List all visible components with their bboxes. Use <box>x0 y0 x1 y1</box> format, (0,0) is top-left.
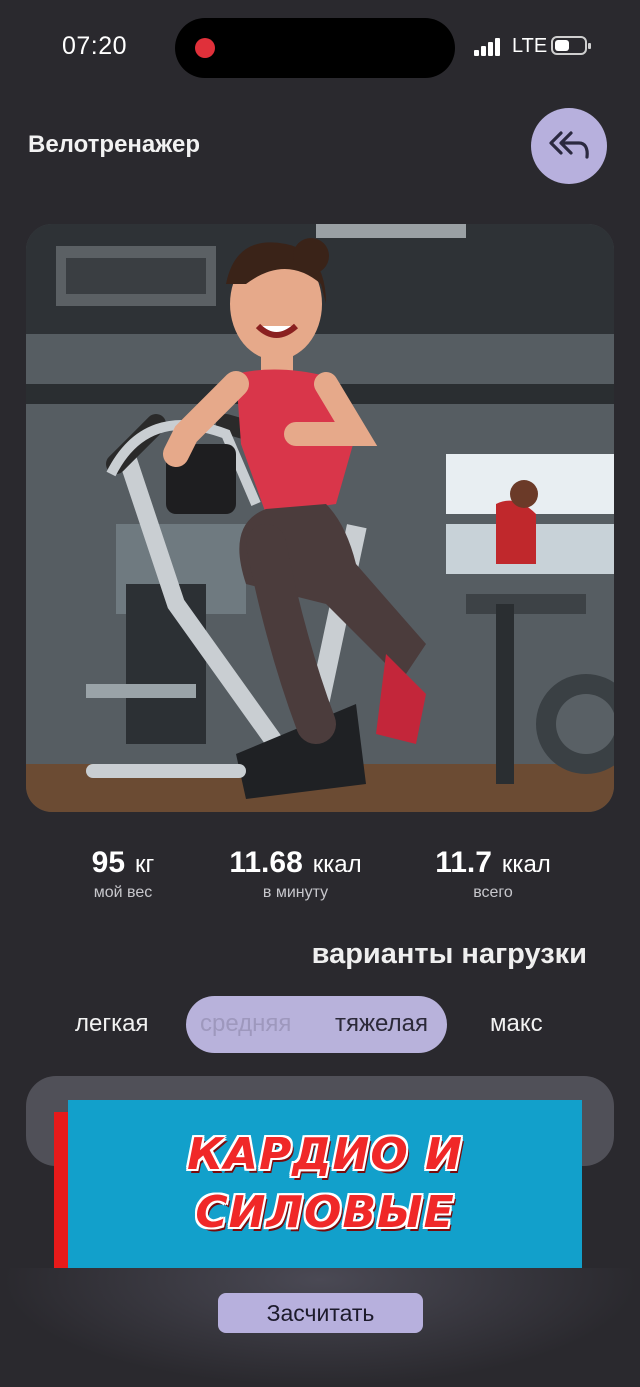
load-option-light[interactable]: легкая <box>75 1010 148 1038</box>
stat-per-minute: 11.68 ккал в минуту <box>219 846 372 902</box>
status-time: 07:20 <box>62 32 128 60</box>
battery-icon <box>551 36 591 55</box>
load-option-heavy[interactable]: тяжелая <box>335 1010 428 1038</box>
load-option-medium[interactable]: средняя <box>200 1010 291 1038</box>
promo-banner: КАРДИО И СИЛОВЫЕ <box>68 1100 582 1268</box>
stat-value: 11.7 <box>435 846 492 879</box>
hero-image <box>26 224 614 812</box>
exercise-bike-illustration <box>26 224 614 812</box>
back-button[interactable] <box>531 108 607 184</box>
recording-dot-icon <box>195 38 215 58</box>
stat-value: 95 <box>91 846 126 879</box>
banner-line-2: СИЛОВЫЕ <box>195 1187 455 1238</box>
stat-unit: ккал <box>312 851 362 878</box>
dynamic-island <box>175 18 455 78</box>
stat-weight: 95 кг мой вес <box>82 846 164 902</box>
stat-label: в минуту <box>262 884 329 901</box>
stat-unit: ккал <box>501 851 551 878</box>
double-back-arrow-icon <box>549 131 589 159</box>
count-button[interactable]: Засчитать <box>218 1293 423 1333</box>
load-option-max[interactable]: макс <box>490 1010 543 1038</box>
stat-label: мой вес <box>93 884 153 901</box>
network-label: LTE <box>512 35 548 57</box>
signal-icon <box>474 36 502 56</box>
page-title: Велотренажер <box>28 131 200 158</box>
stat-total: 11.7 ккал всего <box>428 846 558 902</box>
banner-line-1: КАРДИО И <box>187 1129 463 1180</box>
stat-unit: кг <box>135 851 155 878</box>
stat-value: 11.68 <box>229 846 303 879</box>
load-heading: варианты нагрузки <box>311 938 587 970</box>
stat-label: всего <box>473 884 513 901</box>
